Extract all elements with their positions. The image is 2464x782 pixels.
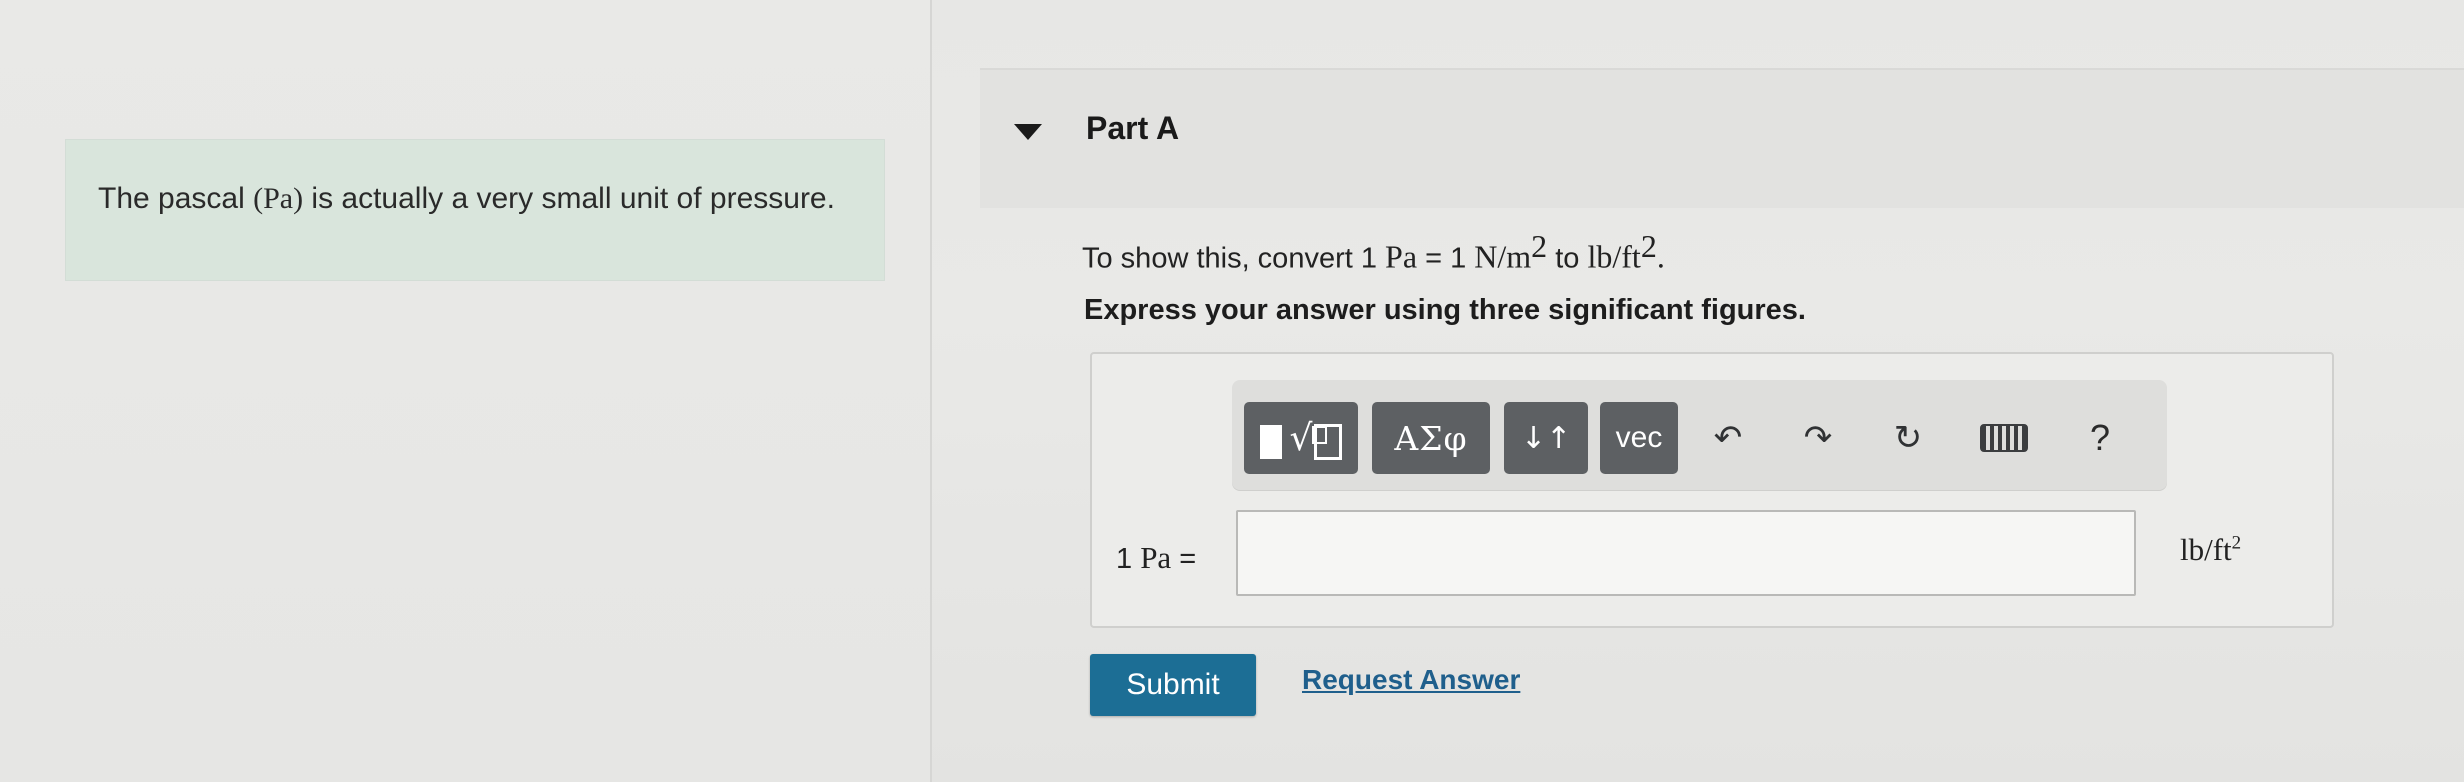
question-target-unit: lb/ft [1587, 238, 1641, 275]
question-target-exponent: 2 [1640, 228, 1657, 264]
problem-intro-text: The pascal (Pa) is actually a very small… [98, 178, 838, 220]
question-period: . [1656, 238, 1665, 275]
templates-button[interactable]: √ [1244, 402, 1358, 474]
reset-icon[interactable]: ↻ [1878, 402, 1938, 474]
answer-unit-text: lb/ft [2180, 532, 2232, 567]
part-title: Part A [1086, 110, 1180, 146]
answer-unit-exponent: 2 [2231, 532, 2242, 554]
answer-input[interactable] [1236, 510, 2136, 596]
question-to-word: to [1547, 242, 1588, 275]
request-answer-link[interactable]: Request Answer [1302, 664, 1520, 696]
question-lhs-unit: Pa [1385, 238, 1418, 275]
pascal-symbol: (Pa) [253, 182, 304, 215]
question-rhs-exponent: 2 [1531, 228, 1548, 264]
answer-label-equals: = [1171, 543, 1197, 575]
part-header[interactable]: Part A [980, 68, 2464, 208]
help-icon[interactable]: ? [2070, 402, 2130, 474]
answer-label-unit: Pa [1140, 540, 1172, 575]
intro-text-part: is actually a very small unit of pressur… [303, 182, 835, 215]
question-text: To show this, convert 1 Pa = 1 N/m2 to l… [1082, 228, 1665, 276]
keyboard-glyph [1980, 424, 2028, 452]
question-equals: = [1417, 242, 1451, 275]
problem-intro-box: The pascal (Pa) is actually a very small… [66, 140, 884, 280]
question-lhs-number: 1 [1360, 242, 1386, 275]
sort-arrows-button[interactable]: ↓↑ [1504, 402, 1588, 474]
undo-icon[interactable]: ↶ [1698, 402, 1758, 474]
answer-panel: √ ΑΣφ ↓↑ vec ↶ ↷ ↻ ? 1 Pa = lb/ft2 [1090, 352, 2334, 628]
submit-button[interactable]: Submit [1090, 654, 1256, 716]
answer-label-number: 1 [1116, 543, 1141, 575]
redo-icon[interactable]: ↷ [1788, 402, 1848, 474]
answer-instructions: Express your answer using three signific… [1084, 294, 1806, 326]
left-column: The pascal (Pa) is actually a very small… [0, 0, 930, 782]
question-rhs-number: 1 [1450, 242, 1475, 275]
templates-icon: √ [1259, 416, 1343, 460]
question-rhs-unit: N/m [1474, 238, 1532, 275]
question-prefix: To show this, convert [1082, 242, 1361, 275]
vector-button[interactable]: vec [1600, 402, 1678, 474]
column-divider [930, 0, 932, 782]
greek-symbols-button[interactable]: ΑΣφ [1372, 402, 1490, 474]
answer-label: 1 Pa = [1116, 540, 1196, 576]
keyboard-icon[interactable] [1974, 402, 2034, 474]
collapse-caret-icon[interactable] [1014, 124, 1042, 140]
math-toolbar: √ ΑΣφ ↓↑ vec ↶ ↷ ↻ ? [1232, 380, 2167, 490]
answer-unit: lb/ft2 [2180, 532, 2241, 568]
intro-text-part: The pascal [98, 182, 254, 215]
